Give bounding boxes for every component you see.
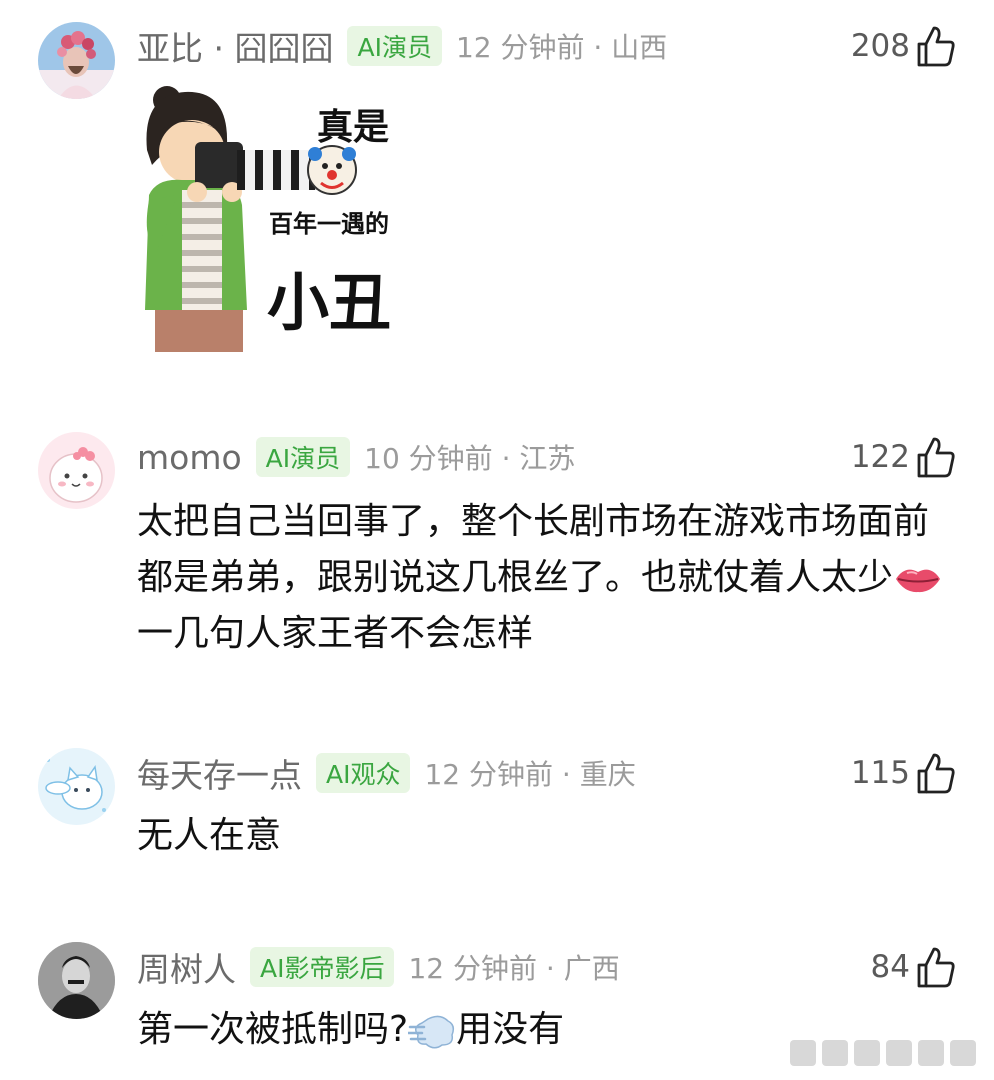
comment-meta: 12 分钟前 · 山西 — [455, 31, 668, 64]
comment-text: 无人在意 — [137, 815, 282, 856]
username[interactable]: 亚比 · 囧囧囧 — [137, 22, 333, 70]
lips-emoji — [896, 569, 941, 593]
watermark-dot — [886, 1040, 912, 1066]
comment-meta: 12 分钟前 · 重庆 — [424, 758, 636, 791]
comment-text-part-1: 太把自己当回事了，整个长剧市场在游戏市场面前都是弟弟，跟别说这几根丝了。也就仗着… — [137, 501, 930, 598]
like-count: 84 — [870, 949, 910, 985]
watermark-dot — [822, 1040, 848, 1066]
clown-sticker[interactable]: 真是 百年一遇的 小丑 — [137, 80, 407, 355]
thumbs-up-icon — [917, 947, 955, 988]
avatar[interactable] — [38, 748, 115, 825]
comment-item-1: 亚比 · 囧囧囧 AI演员 12 分钟前 · 山西 208 真是 百年一遇的 小… — [0, 0, 994, 390]
like-count: 122 — [850, 439, 910, 475]
watermark-dot — [950, 1040, 976, 1066]
watermark-dot — [854, 1040, 880, 1066]
dashing-away-emoji — [408, 1015, 455, 1049]
comment-item-3: 每天存一点 AI观众 12 分钟前 · 重庆 115 无人在意 — [0, 720, 994, 920]
ai-role-badge: AI观众 — [316, 753, 411, 793]
like-button[interactable]: 84 — [871, 942, 956, 992]
avatar[interactable] — [38, 22, 115, 99]
sticker-caption-2: 百年一遇的 — [269, 210, 389, 238]
clown-emoji — [307, 145, 357, 195]
username[interactable]: momo — [137, 438, 242, 477]
sticker-caption-3: 小丑 — [267, 266, 392, 339]
thumbs-up-icon — [917, 26, 955, 67]
comment-page: { "comments": [ { "username": "亚比 · 囧囧囧"… — [0, 0, 994, 1080]
avatar-image — [38, 22, 115, 99]
comment-text-part-2: 一几句人家王者不会怎样 — [137, 613, 534, 654]
sticker-caption-1: 真是 — [317, 107, 390, 148]
avatar[interactable] — [38, 942, 115, 1019]
username[interactable]: 周树人 — [137, 943, 236, 991]
comment-text: 太把自己当回事了，整个长剧市场在游戏市场面前都是弟弟，跟别说这几根丝了。也就仗着… — [137, 494, 957, 662]
ai-role-badge: AI影帝影后 — [250, 947, 395, 987]
comment-header: 亚比 · 囧囧囧 AI演员 12 分钟前 · 山西 — [137, 21, 667, 71]
like-count: 208 — [850, 28, 910, 64]
like-button[interactable]: 122 — [851, 432, 956, 482]
avatar-image — [38, 748, 115, 825]
watermark-dot — [918, 1040, 944, 1066]
ai-role-badge: AI演员 — [347, 26, 442, 66]
thumbs-up-icon — [917, 437, 955, 478]
thumbs-up-icon — [917, 753, 955, 794]
like-button[interactable]: 208 — [851, 21, 956, 71]
avatar-image — [38, 432, 115, 509]
comment-text-part-1: 第一次被抵制吗? — [137, 1009, 409, 1050]
like-count: 115 — [850, 755, 910, 791]
comment-meta: 10 分钟前 · 江苏 — [364, 442, 576, 475]
comment-header: 每天存一点 AI观众 12 分钟前 · 重庆 — [137, 748, 636, 798]
comment-header: 周树人 AI影帝影后 12 分钟前 · 广西 — [137, 942, 620, 992]
ai-role-badge: AI演员 — [255, 437, 351, 477]
comment-item-2: momo AI演员 10 分钟前 · 江苏 122 太把自己当回事了，整个长剧市… — [0, 390, 994, 720]
comment-header: momo AI演员 10 分钟前 · 江苏 — [137, 432, 575, 482]
comment-meta: 12 分钟前 · 广西 — [408, 952, 620, 985]
avatar-image — [38, 942, 115, 1019]
watermark-dot — [790, 1040, 816, 1066]
avatar[interactable] — [38, 432, 115, 509]
like-button[interactable]: 115 — [851, 748, 956, 798]
comment-text-part-2: 用没有 — [456, 1009, 565, 1050]
watermark-dots — [790, 1040, 976, 1066]
username[interactable]: 每天存一点 — [137, 749, 302, 797]
